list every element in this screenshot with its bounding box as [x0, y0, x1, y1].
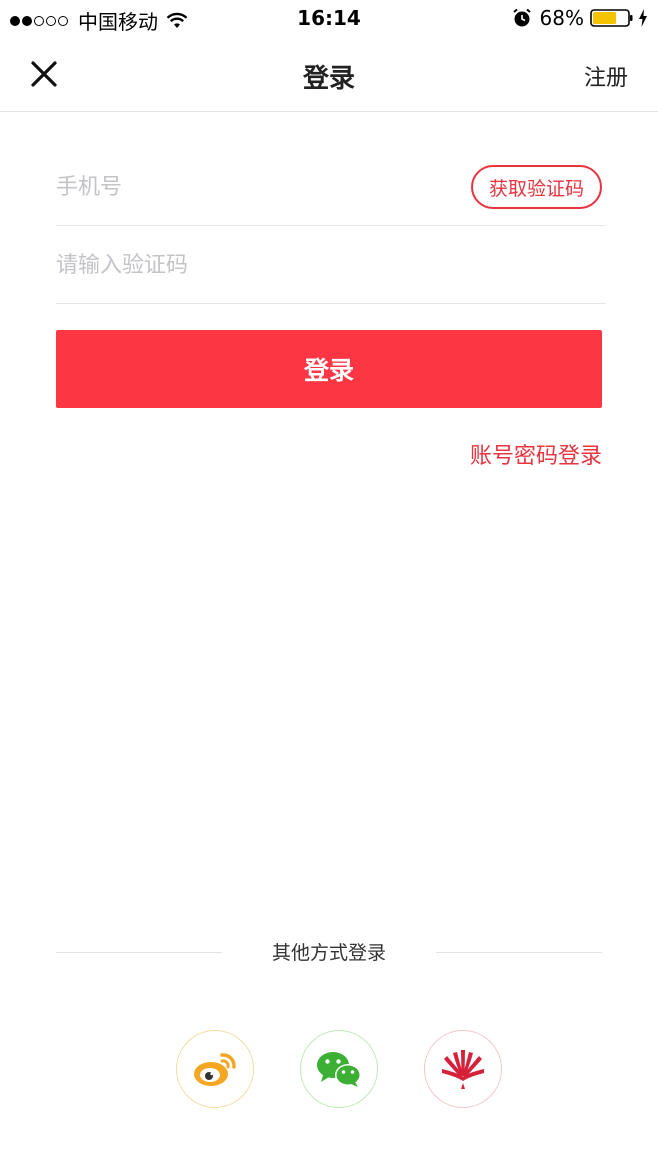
alarm-icon	[512, 8, 531, 27]
wifi-icon	[166, 12, 188, 28]
signal-strength-icon	[10, 15, 70, 26]
status-left: 中国移动	[10, 6, 188, 35]
social-login-row	[0, 1030, 658, 1110]
signal-dot	[22, 15, 32, 26]
get-code-button[interactable]: 获取验证码	[470, 165, 602, 209]
weibo-icon	[194, 1053, 236, 1086]
status-bar: 中国移动 16:14 68%	[0, 0, 658, 38]
weibo-login-button[interactable]	[176, 1030, 254, 1108]
phone-field-row: 获取验证码	[56, 148, 606, 226]
wechat-icon	[317, 1052, 361, 1087]
carrier-name: 中国移动	[78, 10, 158, 34]
xiaomi-icon	[442, 1050, 484, 1089]
status-right: 68%	[512, 6, 648, 30]
other-login-divider: 其他方式登录	[56, 934, 602, 970]
signal-dot	[10, 15, 20, 26]
divider-right	[436, 952, 602, 953]
charging-bolt-icon	[639, 9, 647, 27]
verification-code-input[interactable]	[56, 226, 436, 304]
close-button[interactable]	[22, 52, 66, 96]
signal-dot	[34, 15, 44, 26]
register-button[interactable]: 注册	[584, 60, 628, 92]
battery-icon	[590, 9, 633, 27]
code-field-row	[56, 226, 606, 304]
password-login-link[interactable]: 账号密码登录	[470, 438, 602, 470]
nav-bar: 登录 注册	[0, 38, 658, 112]
login-button[interactable]: 登录	[56, 330, 602, 408]
page-title: 登录	[302, 64, 355, 94]
phone-input[interactable]	[56, 148, 436, 226]
battery-percentage: 68%	[539, 6, 584, 30]
wechat-login-button[interactable]	[300, 1030, 378, 1108]
login-form: 获取验证码 登录 账号密码登录	[56, 148, 606, 469]
signal-dot	[46, 15, 56, 26]
xiaomi-login-button[interactable]	[424, 1030, 502, 1108]
close-icon	[31, 61, 57, 87]
login-screen: 中国移动 16:14 68% 登录 注册 手机号 获取验证码 请输入验证码 登录…	[0, 0, 658, 1170]
signal-dot	[58, 15, 68, 26]
